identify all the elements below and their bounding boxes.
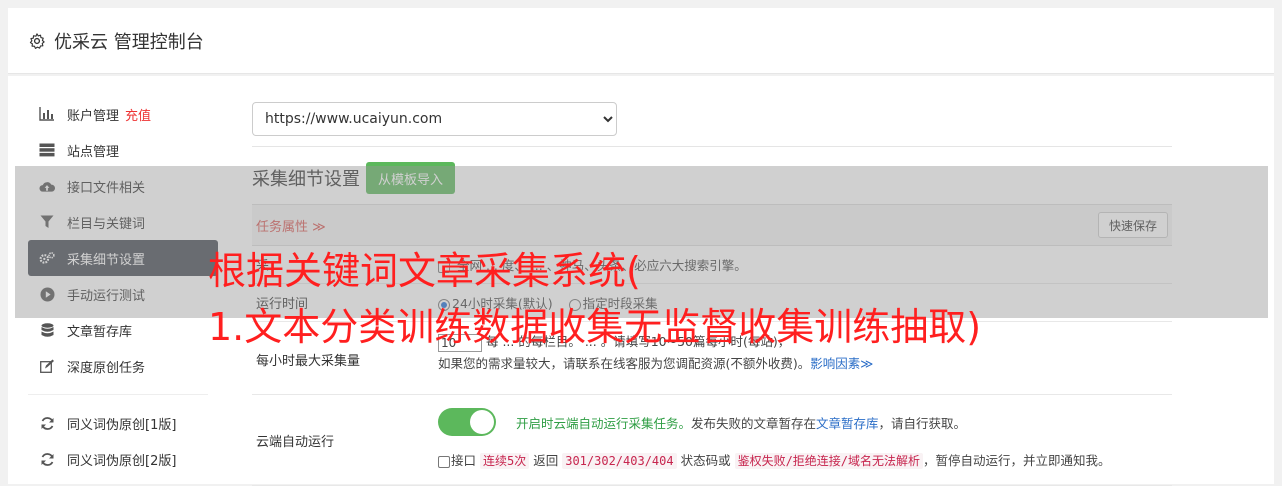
server-icon [39, 142, 55, 158]
bar-chart-icon [39, 106, 55, 122]
pause-t2: 状态码或 [680, 453, 731, 468]
sidebar-divider [28, 394, 208, 395]
sidebar-item-label: 同义词伪原创[1版] [67, 417, 177, 433]
code-errors: 鉴权失败/拒绝连接/域名无法解析 [734, 453, 924, 469]
refresh-icon [39, 451, 55, 467]
pause-t3: ，暂停自动运行，并立即通知我。 [923, 453, 1111, 468]
site-select[interactable]: https://www.ucaiyun.com [252, 102, 617, 136]
pause-on-error-checkbox[interactable] [438, 455, 450, 468]
sidebar-item-label: 文章暂存库 [67, 324, 133, 340]
cloud-auto-run-row: 云端自动运行 开启时云端自动运行采集任务。 发布失败的文章暂存在 文章暂存库 ，… [252, 395, 1172, 486]
pause-prefix: 接口 [451, 453, 477, 468]
database-icon [39, 322, 55, 338]
sidebar-item-label: 站点管理 [67, 144, 120, 160]
content-area: https://www.ucaiyun.com 采集细节设置 从模板导入 任务属… [252, 102, 1172, 486]
refresh-icon [39, 415, 55, 431]
cloud-auto-run-label: 云端自动运行 [256, 435, 335, 450]
watermark-line-2: 1.文本分类训练数据收集无监督收集训练抽取) [208, 305, 982, 349]
pause-t1: 返回 [533, 453, 559, 468]
recharge-link[interactable]: 充值 [125, 105, 151, 124]
max-per-hour-note: 如果您的需求量较大，请联系在线客服为您调配资源(不额外收费)。 [438, 356, 811, 371]
edit-icon [39, 358, 55, 374]
section-divider [252, 146, 1172, 147]
sidebar-item-synonym-v2[interactable]: 同义词伪原创[2版] [28, 441, 218, 477]
cloud-auto-run-toggle[interactable] [438, 408, 496, 436]
code-consecutive: 连续5次 [480, 453, 530, 469]
cloud-auto-run-text2: ，请自行获取。 [878, 415, 967, 431]
sidebar-item-account[interactable]: 账户管理 充值 [28, 96, 218, 132]
sidebar-item-label: 深度原创任务 [67, 360, 146, 376]
app-header: 优采云 管理控制台 [8, 8, 1274, 74]
cloud-auto-run-text: 发布失败的文章暂存在 [691, 415, 817, 431]
sidebar-item-deep-original[interactable]: 深度原创任务 [28, 348, 218, 384]
gear-icon [29, 32, 45, 49]
page-title: 优采云 管理控制台 [54, 31, 204, 53]
sidebar-item-label: 账户管理 [67, 108, 120, 124]
article-storage-link[interactable]: 文章暂存库 [816, 413, 879, 432]
watermark-line-1: 根据关键词文章采集系统( [208, 249, 641, 293]
impact-factors-link[interactable]: 影响因素≫ [810, 356, 873, 371]
sidebar-item-sites[interactable]: 站点管理 [28, 132, 218, 168]
gray-overlay-band [15, 166, 1268, 318]
cloud-auto-run-status: 开启时云端自动运行采集任务。 [516, 415, 692, 431]
sidebar-item-label: 同义词伪原创[2版] [67, 453, 177, 469]
code-status-codes: 301/302/403/404 [562, 453, 677, 469]
sidebar-item-synonym-v1[interactable]: 同义词伪原创[1版] [28, 405, 218, 441]
cloud-auto-run-value: 开启时云端自动运行采集任务。 发布失败的文章暂存在 文章暂存库 ，请自行获取。 … [438, 395, 1172, 485]
